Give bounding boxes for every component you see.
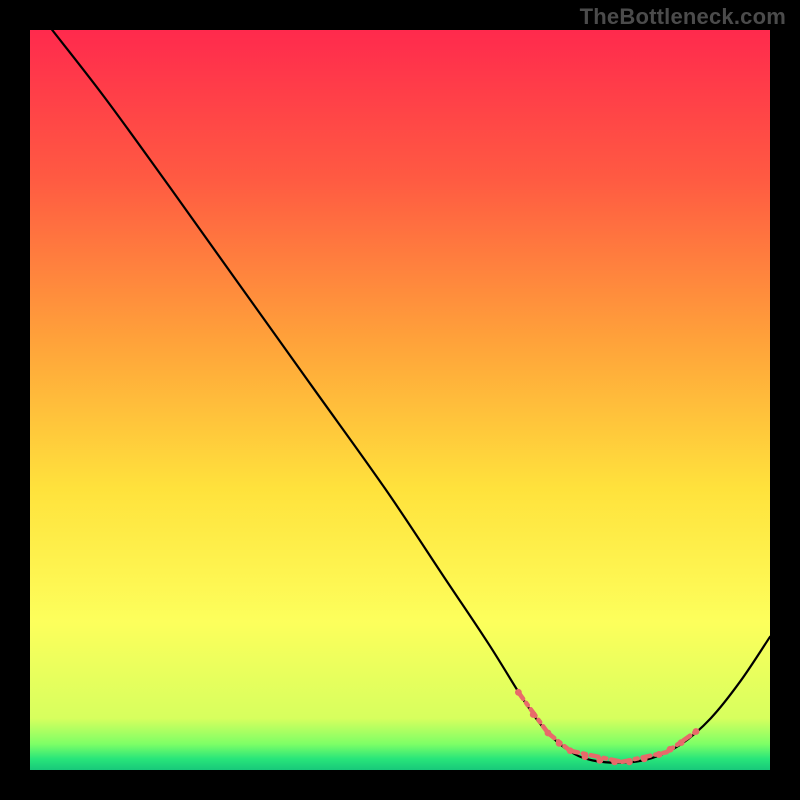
gradient-background xyxy=(30,30,770,770)
watermark-label: TheBottleneck.com xyxy=(580,4,786,30)
chart-svg xyxy=(30,30,770,770)
chart-frame: TheBottleneck.com xyxy=(0,0,800,800)
chart-plot-area xyxy=(30,30,770,770)
